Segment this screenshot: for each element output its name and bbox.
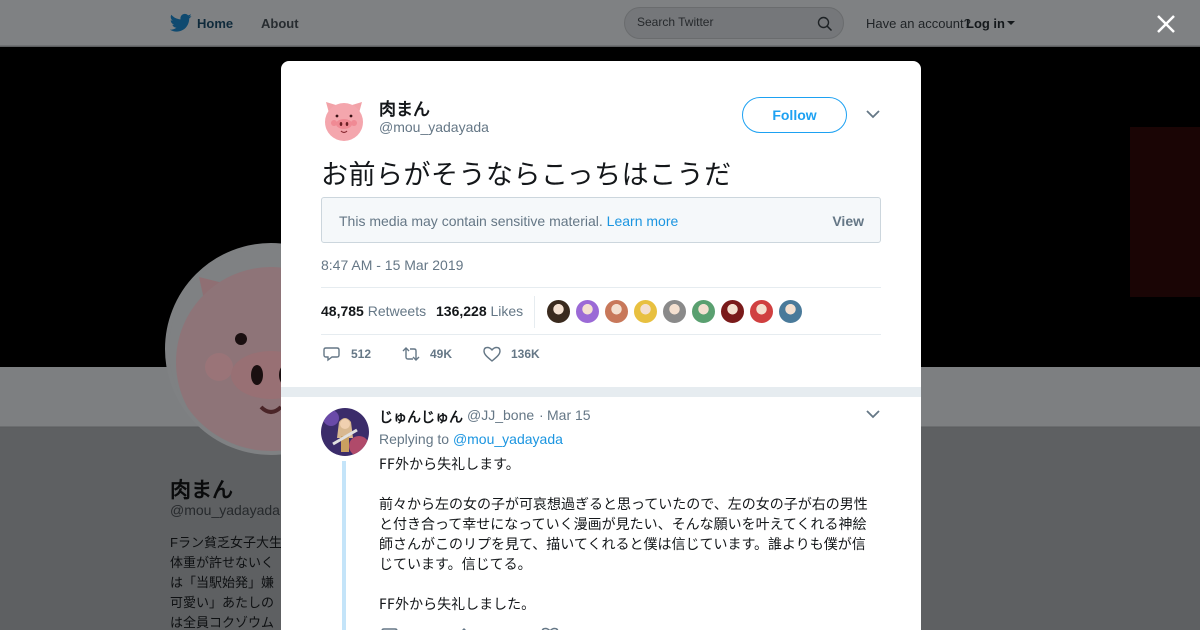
chevron-down-icon[interactable] [1007, 21, 1015, 25]
liker-avatar[interactable] [662, 299, 687, 324]
retweets-stat[interactable]: 48,785 Retweets [321, 303, 426, 319]
author-avatar[interactable] [321, 96, 367, 142]
reply-author-avatar[interactable] [321, 408, 369, 456]
profile-bio-line: 可愛い」あたしの [170, 595, 275, 610]
chevron-down-icon[interactable] [866, 110, 880, 119]
tweet-timestamp[interactable]: 8:47 AM - 15 Mar 2019 [321, 257, 463, 273]
retweet-count[interactable]: 49K [430, 347, 452, 361]
liker-avatar[interactable] [749, 299, 774, 324]
view-media-button[interactable]: View [832, 213, 864, 229]
likes-label: Likes [490, 303, 524, 319]
tweet-text: お前らがそうならこっちはこうだ [321, 160, 732, 191]
author-handle[interactable]: @mou_yadayada [379, 119, 489, 135]
search-icon[interactable] [817, 16, 833, 32]
sensitive-media-notice: This media may contain sensitive materia… [321, 197, 881, 243]
nav-home-link[interactable]: Home [197, 16, 233, 31]
profile-bio: Fラン貧乏女子大生 体重が許せないく は「当駅始発」嫌 可愛い」あたしの は全員… [170, 533, 285, 630]
liker-avatar[interactable] [633, 299, 658, 324]
have-account-text: Have an account? [866, 16, 971, 31]
reply-date[interactable]: Mar 15 [547, 407, 591, 423]
tweet-stats: 48,785 Retweets 136,228 Likes [321, 287, 881, 335]
reply-author-handle[interactable]: @JJ_bone [467, 407, 534, 423]
liker-avatar[interactable] [604, 299, 629, 324]
profile-bio-line: は「当駅始発」嫌 [170, 575, 275, 590]
twitter-bird-icon[interactable] [170, 13, 192, 33]
liker-avatar[interactable] [778, 299, 803, 324]
likes-count: 136,228 [436, 303, 487, 319]
likes-stat[interactable]: 136,228 Likes [436, 303, 523, 319]
retweet-icon[interactable] [402, 346, 420, 362]
profile-bio-line: は全員コクゾウム [170, 615, 275, 630]
reply-paragraph: FF外から失礼します。 [379, 457, 520, 473]
reply-count[interactable]: 512 [351, 347, 371, 361]
sensitive-notice-text: This media may contain sensitive materia… [339, 213, 678, 229]
liker-avatar[interactable] [546, 299, 571, 324]
reply-paragraph: FF外から失礼しました。 [379, 597, 536, 613]
chevron-down-icon[interactable] [866, 410, 880, 419]
login-link[interactable]: Log in [966, 16, 1005, 31]
tweet-modal: 肉まん @mou_yadayada Follow お前らがそうならこっちはこうだ… [281, 61, 921, 630]
profile-handle: @mou_yadayada [170, 502, 280, 518]
reply-separator-dot: · [539, 407, 544, 423]
profile-bio-line: Fラン貧乏女子大生 [170, 535, 282, 550]
follow-button[interactable]: Follow [742, 97, 847, 133]
reply-author-name[interactable]: じゅんじゅん [379, 407, 463, 427]
reply-paragraph: 前々から左の女の子が可哀想過ぎると思っていたので、左の女の子が右の男性と付き合っ… [379, 497, 868, 573]
top-navigation-bar: Home About Have an account? Log in [0, 0, 1200, 46]
liker-avatar[interactable] [720, 299, 745, 324]
author-name[interactable]: 肉まん [379, 95, 430, 120]
reply-divider [281, 387, 921, 397]
stats-divider [534, 296, 535, 328]
liker-avatar[interactable] [691, 299, 716, 324]
profile-bio-line: 体重が許せないく [170, 555, 275, 570]
retweets-count: 48,785 [321, 303, 364, 319]
learn-more-link[interactable]: Learn more [607, 213, 679, 229]
reply-icon[interactable] [323, 346, 341, 362]
reply-text: FF外から失礼します。 前々から左の女の子が可哀想過ぎると思っていたので、左の女… [379, 455, 879, 630]
like-count[interactable]: 136K [511, 347, 540, 361]
sensitive-message: This media may contain sensitive materia… [339, 213, 603, 229]
replying-to-mention[interactable]: @mou_yadayada [453, 431, 563, 447]
replying-to-label: Replying to [379, 431, 450, 447]
replying-to: Replying to @mou_yadayada [379, 431, 563, 447]
retweets-label: Retweets [367, 303, 427, 319]
thread-line [342, 461, 346, 630]
profile-name: 肉まん [170, 479, 233, 502]
nav-about-link[interactable]: About [261, 16, 299, 31]
heart-icon[interactable] [483, 346, 501, 362]
search-input[interactable] [637, 15, 807, 29]
close-icon[interactable] [1154, 12, 1178, 36]
search-box [624, 7, 844, 39]
liker-avatar[interactable] [575, 299, 600, 324]
